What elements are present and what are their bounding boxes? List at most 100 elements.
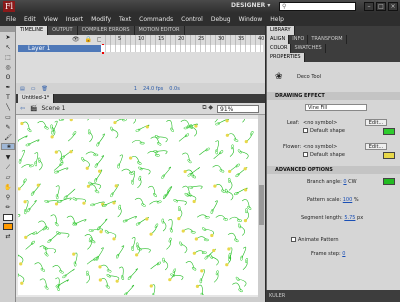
stage-canvas[interactable] bbox=[18, 119, 258, 295]
scene-label[interactable]: Scene 1 bbox=[41, 105, 65, 112]
zoom-tool-icon[interactable]: ⚲ bbox=[1, 193, 15, 202]
deco-tool-icon[interactable]: ❀ bbox=[1, 143, 15, 150]
pen-tool-icon[interactable]: ✒ bbox=[1, 83, 15, 92]
animate-pattern-label: Animate Pattern bbox=[298, 237, 339, 243]
vine-leaf bbox=[106, 274, 111, 278]
flower-color-swatch[interactable] bbox=[383, 152, 395, 159]
menu-file[interactable]: File bbox=[6, 16, 16, 23]
tab-color[interactable]: COLOR bbox=[267, 44, 292, 53]
leaf-default-shape-label: Default shape bbox=[310, 128, 345, 134]
vine-leaf bbox=[50, 124, 53, 130]
tab-motion-editor[interactable]: MOTION EDITOR bbox=[135, 26, 185, 35]
vine-flower bbox=[113, 120, 117, 125]
tab-output[interactable]: OUTPUT bbox=[48, 26, 78, 35]
help-search-input[interactable]: ⚲ bbox=[279, 2, 356, 11]
leaf-edit-button[interactable]: Edit... bbox=[365, 119, 387, 126]
frame-step-value[interactable]: 0 bbox=[342, 251, 345, 257]
stroke-color-swatch[interactable] bbox=[3, 214, 13, 221]
menu-control[interactable]: Control bbox=[181, 16, 203, 23]
hand-tool-icon[interactable]: ✋ bbox=[1, 183, 15, 192]
vine-flower bbox=[212, 248, 216, 253]
3d-rotation-tool-icon[interactable]: ◎ bbox=[1, 63, 15, 72]
app-logo: Fl bbox=[3, 1, 15, 12]
frame-ruler[interactable]: 5 10 15 20 25 30 35 40 bbox=[101, 35, 265, 45]
vine-flower bbox=[244, 140, 248, 144]
menu-window[interactable]: Window bbox=[239, 16, 263, 23]
layer-row[interactable]: Layer 1 bbox=[18, 45, 263, 52]
lasso-tool-icon[interactable]: ʘ bbox=[1, 73, 15, 82]
paint-bucket-tool-icon[interactable]: ▼ bbox=[1, 153, 15, 162]
vine-branch bbox=[36, 228, 45, 235]
layer-name[interactable]: Layer 1 bbox=[28, 45, 50, 52]
zoom-select[interactable]: 91% bbox=[217, 105, 259, 113]
document-tab[interactable]: Untitled-1* bbox=[18, 94, 55, 103]
leaf-color-swatch[interactable] bbox=[383, 128, 395, 135]
menu-debug[interactable]: Debug bbox=[211, 16, 231, 23]
line-tool-icon[interactable]: ╲ bbox=[1, 103, 15, 112]
eye-icon[interactable]: 👁 bbox=[72, 36, 80, 43]
menu-edit[interactable]: Edit bbox=[24, 16, 36, 23]
frame-rate[interactable]: 24.0 fps bbox=[143, 86, 163, 92]
menu-text[interactable]: Text bbox=[119, 16, 131, 23]
layer-frames[interactable] bbox=[101, 45, 263, 52]
tab-swatches[interactable]: SWATCHES bbox=[291, 44, 326, 53]
minimize-button[interactable]: – bbox=[364, 2, 374, 11]
flower-edit-button[interactable]: Edit... bbox=[365, 143, 387, 150]
vine-branch bbox=[50, 214, 57, 225]
pencil-tool-icon[interactable]: ✎ bbox=[1, 123, 15, 132]
maximize-button[interactable]: □ bbox=[376, 2, 386, 11]
eraser-tool-icon[interactable]: ▱ bbox=[1, 173, 15, 182]
rectangle-tool-icon[interactable]: ▭ bbox=[1, 113, 15, 122]
vine-branch bbox=[117, 245, 125, 257]
vine-leaf bbox=[154, 223, 159, 228]
text-tool-icon[interactable]: T bbox=[1, 93, 15, 102]
kuler-panel-tab[interactable]: KULER bbox=[266, 290, 400, 302]
branch-angle-value[interactable]: 0 bbox=[343, 179, 346, 185]
flower-default-shape[interactable]: Default shape bbox=[303, 152, 345, 158]
animate-pattern-row[interactable]: Animate Pattern bbox=[291, 237, 339, 243]
horizontal-scrollbar[interactable] bbox=[16, 297, 265, 302]
new-layer-icon[interactable]: ▤ bbox=[20, 86, 25, 92]
menu-commands[interactable]: Commands bbox=[139, 16, 173, 23]
subselection-tool-icon[interactable]: ↖ bbox=[1, 43, 15, 52]
back-arrow-icon[interactable]: ⇦ bbox=[20, 105, 30, 112]
menu-view[interactable]: View bbox=[44, 16, 58, 23]
vine-flower bbox=[36, 183, 40, 187]
pattern-scale-value[interactable]: 100 bbox=[343, 197, 353, 203]
vertical-scrollbar[interactable] bbox=[258, 115, 265, 297]
swap-colors-icon[interactable]: ⇄ bbox=[1, 232, 15, 241]
segment-length-value[interactable]: 5.75 bbox=[344, 215, 355, 221]
eyedropper-tool-icon[interactable]: ⟋ bbox=[1, 163, 15, 172]
workspace-switcher[interactable]: DESIGNER ▾ bbox=[231, 2, 270, 9]
tools-grip[interactable] bbox=[0, 26, 15, 32]
effect-select[interactable]: Vine Fill bbox=[305, 104, 367, 111]
tab-library[interactable]: LIBRARY bbox=[267, 26, 295, 35]
delete-layer-icon[interactable]: 🗑 bbox=[41, 86, 47, 92]
selection-tool-icon[interactable]: ➤ bbox=[1, 33, 15, 42]
vine-branch bbox=[18, 135, 28, 141]
edit-symbols-icon[interactable]: ⧉ ◆ bbox=[202, 104, 213, 112]
leaf-default-shape[interactable]: Default shape bbox=[303, 128, 345, 134]
new-folder-icon[interactable]: ▭ bbox=[31, 86, 36, 92]
stroke-color-icon[interactable]: ✏ bbox=[1, 203, 15, 212]
brush-tool-icon[interactable]: 🖌 bbox=[1, 133, 15, 142]
branch-color-swatch[interactable] bbox=[383, 178, 395, 185]
lock-icon[interactable]: 🔒 bbox=[85, 36, 92, 43]
vine-branch bbox=[125, 216, 137, 222]
drawing-effect-header[interactable]: DRAWING EFFECT bbox=[267, 92, 400, 100]
close-button[interactable]: × bbox=[388, 2, 398, 11]
scroll-thumb[interactable] bbox=[259, 185, 264, 225]
menu-help[interactable]: Help bbox=[270, 16, 284, 23]
tab-compiler-errors[interactable]: COMPILER ERRORS bbox=[78, 26, 135, 35]
tab-timeline[interactable]: TIMELINE bbox=[16, 26, 49, 35]
current-frame[interactable]: 1 bbox=[134, 86, 137, 92]
tab-transform[interactable]: TRANSFORM bbox=[308, 35, 347, 44]
tab-properties[interactable]: PROPERTIES bbox=[267, 53, 305, 62]
tab-align[interactable]: ALIGN bbox=[267, 35, 290, 44]
menu-modify[interactable]: Modify bbox=[91, 16, 111, 23]
tab-info[interactable]: INFO bbox=[289, 35, 309, 44]
advanced-options-header[interactable]: ADVANCED OPTIONS bbox=[267, 166, 400, 174]
menu-insert[interactable]: Insert bbox=[66, 16, 83, 23]
fill-color-swatch[interactable] bbox=[3, 223, 13, 230]
free-transform-tool-icon[interactable]: ⬚ bbox=[1, 53, 15, 62]
